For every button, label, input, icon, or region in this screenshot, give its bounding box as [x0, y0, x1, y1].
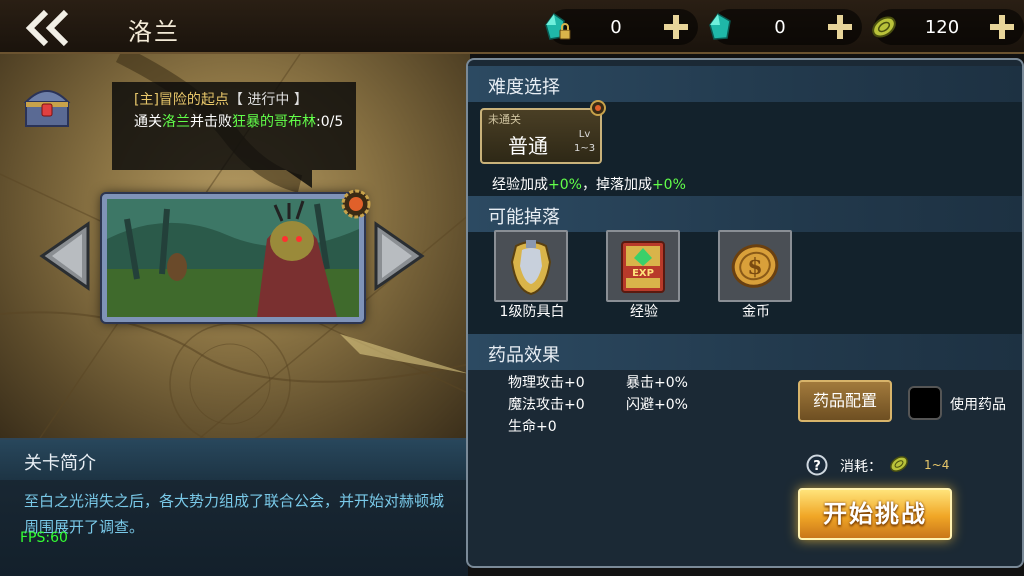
cost-value: 1~4	[924, 458, 950, 472]
locked-diamond-value: 0	[610, 17, 622, 38]
drop-item-gold[interactable]: $ 金币	[718, 230, 794, 320]
svg-text:?: ?	[813, 459, 821, 474]
top-bar: 洛兰 0 0 120	[0, 0, 1024, 54]
drop-item-armor[interactable]: 1级防具白	[494, 230, 570, 320]
world-map: [主]冒险的起点【 进行中 】 通关洛兰并击败狂暴的哥布林:0/5	[0, 54, 470, 438]
quest-place: 洛兰	[162, 114, 190, 130]
potion-mag-atk: 魔法攻击+0	[508, 397, 585, 413]
potion-stats-right: 暴击+0% 闪避+0%	[626, 372, 688, 416]
drop-slot: EXP	[606, 230, 680, 302]
quest-name: [主]冒险的起点	[134, 92, 229, 108]
diamond-value: 0	[774, 17, 786, 38]
fps-counter: FPS:60	[20, 530, 68, 546]
drop-slot: $	[718, 230, 792, 302]
bonus-line: 经验加成+0%，掉落加成+0%	[492, 174, 686, 194]
quest-tracker: [主]冒险的起点【 进行中 】 通关洛兰并击败狂暴的哥布林:0/5	[112, 82, 356, 170]
svg-text:$: $	[747, 254, 762, 280]
drop-label: 1级防具白	[499, 304, 565, 320]
stage-detail-panel: 难度选择 未通关 普通 Lv 1~3 经验加成+0%，掉落加成+0% 可能掉落 …	[466, 58, 1024, 568]
quest-text-2: 并击败	[190, 114, 232, 130]
quest-title: [主]冒险的起点【 进行中 】	[134, 90, 344, 110]
potion-heading: 药品效果	[468, 334, 1022, 370]
quest-enemy: 狂暴的哥布林	[232, 114, 316, 130]
difficulty-heading: 难度选择	[468, 66, 1022, 102]
bonus-separator: ，	[581, 177, 596, 193]
gold-coin-icon: $	[731, 244, 779, 288]
potion-config-button[interactable]: 药品配置	[798, 380, 892, 422]
potion-stats-left: 物理攻击+0 魔法攻击+0 生命+0	[508, 372, 585, 438]
exp-bonus-value: +0%	[548, 177, 582, 193]
difficulty-status: 未通关	[488, 113, 521, 126]
next-stage-button[interactable]	[372, 220, 426, 292]
double-chevron-left-icon	[25, 9, 69, 47]
quest-progress: :0/5	[316, 114, 344, 130]
potion-hp: 生命+0	[508, 419, 557, 435]
drop-label: 金币	[742, 304, 770, 320]
drop-label: 经验	[630, 304, 658, 320]
quest-description: 通关洛兰并击败狂暴的哥布林:0/5	[134, 112, 344, 132]
exp-book-icon: EXP	[621, 241, 665, 293]
start-challenge-button[interactable]: 开始挑战	[798, 488, 952, 540]
difficulty-badge-icon	[590, 100, 606, 116]
use-potion-label: 使用药品	[950, 397, 1006, 413]
exp-bonus-label: 经验加成	[492, 177, 548, 193]
armor-icon	[510, 240, 552, 296]
intro-heading: 关卡简介	[0, 440, 468, 480]
difficulty-level-range: 1~3	[574, 143, 596, 154]
difficulty-name: 普通	[508, 134, 548, 158]
drops-heading: 可能掉落	[468, 196, 1022, 232]
add-locked-diamond-button[interactable]	[660, 11, 692, 43]
potion-phys-atk: 物理攻击+0	[508, 375, 585, 391]
locked-diamond-counter: 0	[545, 9, 698, 45]
coin-icon	[890, 456, 908, 472]
coin-value: 120	[924, 17, 960, 38]
intro-text: 至白之光消失之后，各大势力组成了联合公会，并开始对赫顿城周围展开了调查。	[24, 492, 445, 536]
treasure-chest-icon[interactable]	[20, 80, 74, 132]
stage-intro-panel: 关卡简介 至白之光消失之后，各大势力组成了联合公会，并开始对赫顿城周围展开了调查…	[0, 438, 468, 576]
quest-text-1: 通关	[134, 114, 162, 130]
drop-bonus-value: +0%	[651, 177, 686, 193]
diamond-counter: 0	[709, 9, 862, 45]
diamond-icon	[709, 13, 731, 40]
quest-status: 【 进行中 】	[228, 92, 308, 108]
locked-diamond-icon	[545, 12, 571, 40]
add-coin-button[interactable]	[986, 11, 1018, 43]
cost-label: 消耗：	[840, 459, 882, 475]
stage-preview-image	[107, 199, 359, 317]
potion-dodge: 闪避+0%	[626, 397, 688, 413]
drop-item-exp[interactable]: EXP 经验	[606, 230, 682, 320]
stage-boss-badge-icon	[341, 189, 371, 219]
drop-slot	[494, 230, 568, 302]
add-diamond-button[interactable]	[824, 11, 856, 43]
coin-counter: 120	[872, 9, 1024, 45]
difficulty-normal-card[interactable]: 未通关 普通 Lv 1~3	[480, 108, 602, 164]
difficulty-level-label: Lv	[578, 129, 591, 140]
quest-bubble-tail	[286, 170, 312, 188]
use-potion-checkbox[interactable]	[908, 386, 942, 420]
svg-text:EXP: EXP	[632, 268, 654, 279]
help-icon[interactable]: ?	[806, 454, 828, 476]
prev-stage-button[interactable]	[38, 220, 92, 292]
page-title: 洛兰	[128, 18, 180, 46]
drop-bonus-label: 掉落加成	[595, 177, 652, 193]
back-button[interactable]	[22, 8, 82, 48]
coin-icon	[872, 16, 896, 38]
stage-preview[interactable]	[102, 194, 364, 322]
potion-crit: 暴击+0%	[626, 375, 688, 391]
difficulty-level: Lv 1~3	[574, 128, 595, 156]
